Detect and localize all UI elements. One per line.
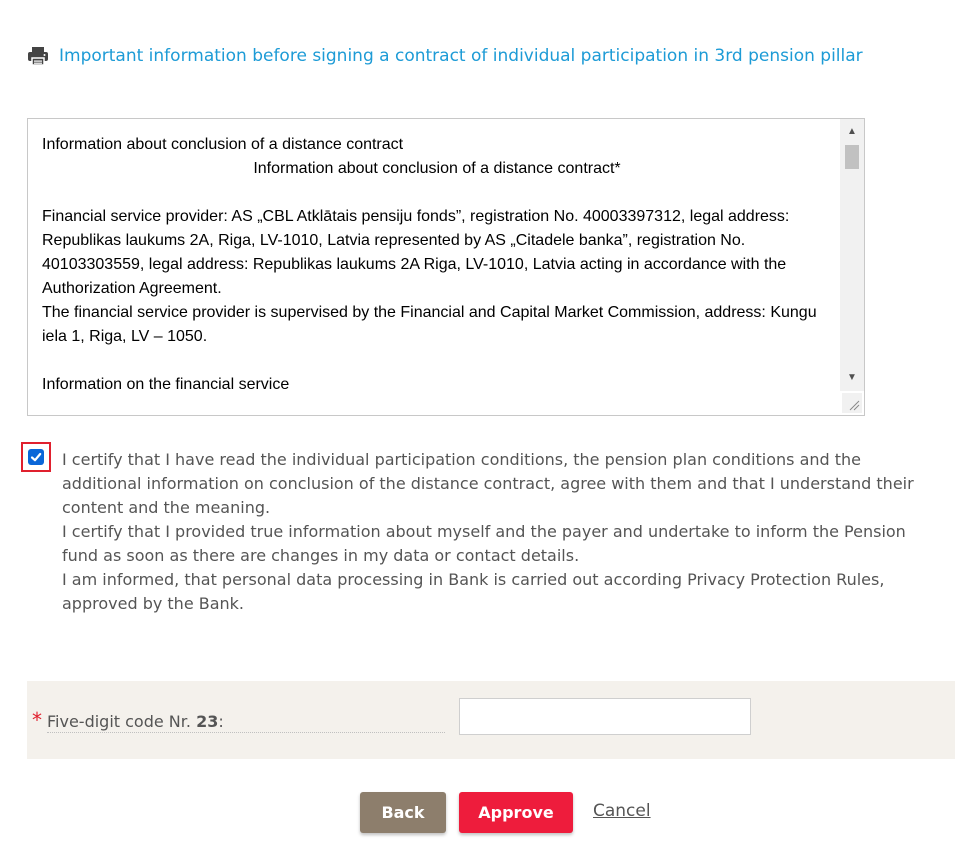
five-digit-code-input[interactable]: [459, 698, 751, 735]
contract-info-textarea[interactable]: Information about conclusion of a distan…: [27, 118, 865, 416]
resize-grip-icon[interactable]: [842, 393, 862, 413]
contract-line-supervisor: The financial service provider is superv…: [42, 304, 817, 345]
contract-line-provider: Financial service provider: AS „CBL Atkl…: [42, 208, 790, 297]
code-label-text: Five-digit code Nr.: [47, 712, 191, 731]
required-asterisk: *: [32, 708, 42, 732]
checkbox-checked-icon[interactable]: [28, 449, 44, 465]
contract-line-service: Information on the financial service: [42, 376, 290, 393]
consent-paragraph-privacy: I am informed, that personal data proces…: [62, 570, 885, 613]
scroll-up-arrow-icon[interactable]: ▲: [840, 123, 864, 141]
consent-text: I certify that I have read the individua…: [62, 448, 932, 616]
cancel-link[interactable]: Cancel: [593, 801, 651, 821]
approve-button[interactable]: Approve: [459, 792, 573, 833]
consent-checkbox[interactable]: [21, 442, 51, 472]
print-important-info-link[interactable]: Important information before signing a c…: [26, 44, 863, 68]
print-link-text[interactable]: Important information before signing a c…: [59, 46, 863, 66]
code-label-suffix: :: [218, 712, 224, 731]
contract-line-title: Information about conclusion of a distan…: [253, 160, 621, 177]
contract-scrollbar[interactable]: ▲ ▼: [840, 119, 864, 391]
code-number: 23: [196, 712, 219, 731]
contract-text: Information about conclusion of a distan…: [42, 133, 832, 397]
printer-icon: [26, 44, 50, 68]
scroll-down-arrow-icon[interactable]: ▼: [840, 369, 864, 387]
back-button[interactable]: Back: [360, 792, 446, 833]
consent-paragraph-read: I certify that I have read the individua…: [62, 450, 914, 517]
scroll-thumb[interactable]: [845, 145, 859, 169]
contract-line-heading: Information about conclusion of a distan…: [42, 136, 404, 153]
code-panel: * Five-digit code Nr. 23:: [27, 681, 955, 759]
code-label: Five-digit code Nr. 23:: [47, 712, 445, 733]
consent-paragraph-true-info: I certify that I provided true informati…: [62, 522, 906, 565]
